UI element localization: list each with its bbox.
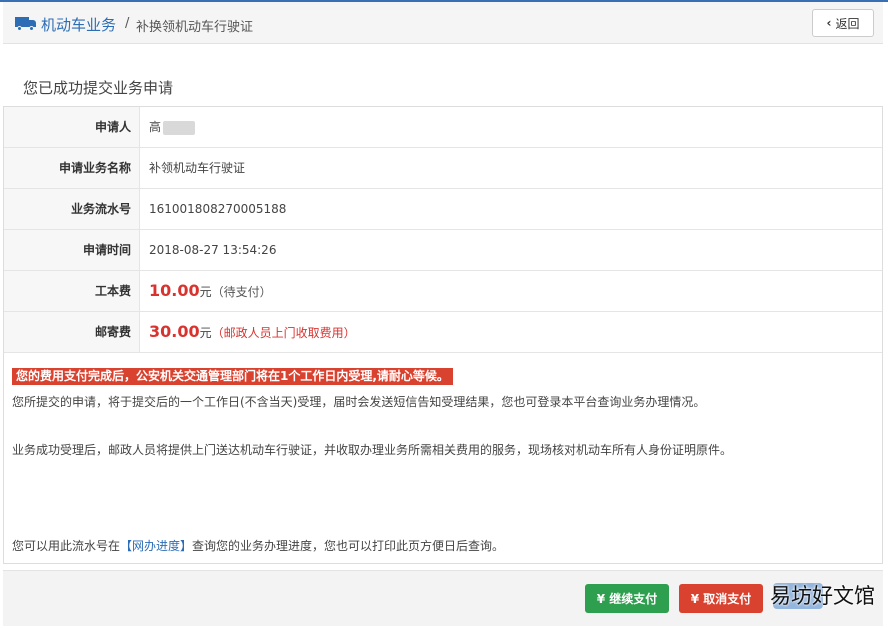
fee-unit: 元 — [199, 285, 212, 299]
info-text-3: 您可以用此流水号在【网办进度】查询您的业务办理进度，您也可以打印此页方便日后查询… — [12, 537, 504, 554]
applicant-value: 高 — [149, 107, 196, 147]
detail-value: 161001808270005188 — [149, 202, 287, 216]
application-panel: 申请人 高 申请业务名称 补领机动车行驶证 业务流水号 161001808270… — [3, 106, 883, 564]
truck-icon — [15, 17, 37, 31]
detail-row-applicant: 申请人 高 — [4, 107, 882, 148]
postage-amount: 30.00 — [149, 322, 200, 341]
info-text-3-prefix: 您可以用此流水号在 — [12, 539, 121, 553]
fee-note: （待支付） — [211, 285, 272, 299]
breadcrumb-vehicle-business[interactable]: 机动车业务 — [41, 14, 116, 35]
chevron-left-icon: ‹ — [826, 16, 832, 30]
progress-link[interactable]: 【网办进度】 — [120, 539, 192, 553]
info-text-1: 您所提交的申请，将于提交后的一个工作日(不含当天)受理，届时会发送短信告知受理结… — [12, 395, 706, 409]
action-footer: ¥ 继续支付 ¥ 取消支付 — [3, 570, 883, 626]
detail-row-business: 申请业务名称 补领机动车行驶证 — [4, 148, 882, 189]
detail-label: 申请业务名称 — [4, 148, 140, 188]
applicant-name: 高 — [149, 120, 162, 134]
cancel-pay-button[interactable]: ¥ 取消支付 — [679, 584, 763, 613]
postage-value: 30.00元（邮政人员上门收取费用） — [149, 312, 356, 352]
fee-value: 10.00元（待支付） — [149, 271, 272, 311]
redacted-block — [163, 120, 196, 135]
detail-row-time: 申请时间 2018-08-27 13:54:26 — [4, 230, 882, 271]
back-button[interactable]: ‹ 返回 — [812, 9, 874, 37]
detail-row-serial: 业务流水号 161001808270005188 — [4, 189, 882, 230]
detail-value: 2018-08-27 13:54:26 — [149, 243, 277, 257]
detail-label: 业务流水号 — [4, 189, 140, 229]
detail-label: 工本费 — [4, 271, 140, 311]
detail-value: 补领机动车行驶证 — [149, 161, 246, 175]
postage-unit: 元 — [199, 326, 212, 340]
detail-label: 申请时间 — [4, 230, 140, 270]
info-text-3-suffix: 查询您的业务办理进度，您也可以打印此页方便日后查询。 — [192, 539, 505, 553]
notice-banner: 您的费用支付完成后，公安机关交通管理部门将在1个工作日内受理,请耐心等候。 — [12, 368, 453, 385]
breadcrumb-current: 补换领机动车行驶证 — [136, 20, 254, 35]
detail-row-cost-fee: 工本费 10.00元（待支付） — [4, 271, 882, 312]
back-button-label: 返回 — [835, 16, 860, 31]
watermark-text: 易坊好文馆 — [770, 584, 875, 608]
breadcrumb-separator: / — [125, 16, 130, 31]
page-title: 您已成功提交业务申请 — [23, 79, 174, 97]
detail-row-postage: 邮寄费 30.00元（邮政人员上门收取费用） — [4, 312, 882, 353]
detail-label: 申请人 — [4, 107, 140, 147]
info-text-2: 业务成功受理后，邮政人员将提供上门送达机动车行驶证，并收取办理业务所需相关费用的… — [12, 443, 733, 457]
page-header: 机动车业务 / 补换领机动车行驶证 ‹ 返回 — [3, 2, 883, 44]
detail-label: 邮寄费 — [4, 312, 140, 352]
continue-pay-button[interactable]: ¥ 继续支付 — [585, 584, 669, 613]
fee-amount: 10.00 — [149, 281, 200, 300]
postage-note: （邮政人员上门收取费用） — [211, 326, 356, 340]
